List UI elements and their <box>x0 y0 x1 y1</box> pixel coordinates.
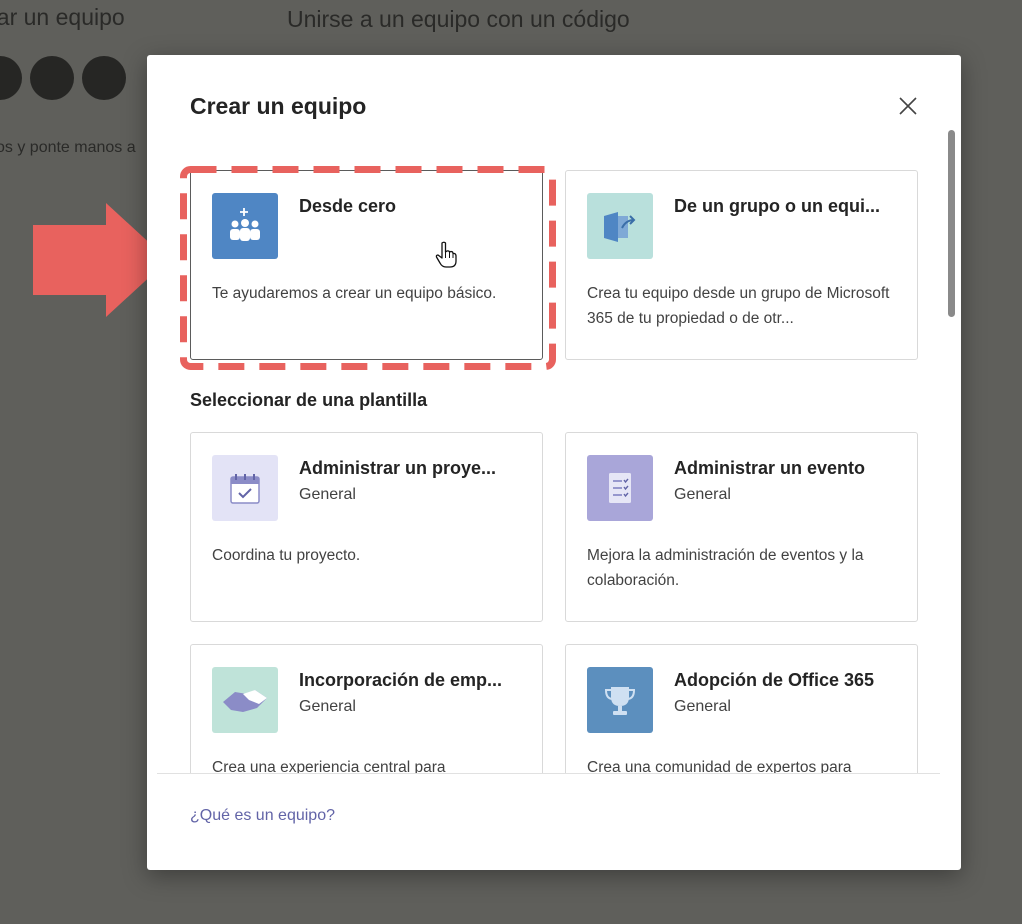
template-card-office-adoption[interactable]: Adopción de Office 365 General Crea una … <box>565 644 918 773</box>
checklist-icon <box>587 455 653 521</box>
create-team-dialog: Crear un equipo Desde cero Te ayudaremos… <box>147 55 961 870</box>
footer-divider <box>157 773 940 774</box>
template-category: General <box>299 486 356 503</box>
close-icon <box>899 97 917 115</box>
bg-create-team-title: ear un equipo <box>0 4 125 30</box>
trophy-icon <box>587 667 653 733</box>
template-description: Mejora la administración de eventos y la… <box>587 547 864 589</box>
template-category: General <box>674 486 731 503</box>
bg-avatar-group <box>0 56 126 100</box>
avatar <box>0 56 22 100</box>
template-title: Administrar un evento <box>674 458 866 478</box>
template-card-project[interactable]: Administrar un proye... General Coordina… <box>190 432 543 622</box>
scrollbar-thumb[interactable] <box>948 130 955 317</box>
template-title: Administrar un proye... <box>299 458 497 478</box>
group-share-icon <box>587 193 653 259</box>
template-section-heading: Seleccionar de una plantilla <box>190 390 428 410</box>
template-description: Crea una comunidad de expertos para <box>587 759 852 773</box>
dialog-scroll-region[interactable]: Crear un equipo Desde cero Te ayudaremos… <box>147 55 961 773</box>
template-category: General <box>674 698 731 715</box>
template-card-onboarding[interactable]: Incorporación de emp... General Crea una… <box>190 644 543 773</box>
template-description: Coordina tu proyecto. <box>212 547 361 564</box>
template-card-event[interactable]: Administrar un evento General Mejora la … <box>565 432 918 622</box>
hand-cursor-icon <box>435 241 457 268</box>
close-button[interactable] <box>895 93 921 119</box>
option-title: De un grupo o un equi... <box>674 196 880 216</box>
annotation-highlight-box <box>180 166 556 370</box>
template-title: Adopción de Office 365 <box>674 670 875 690</box>
handshake-icon <box>212 667 278 733</box>
calendar-check-icon <box>212 455 278 521</box>
dialog-title: Crear un equipo <box>190 93 367 119</box>
bg-join-team-title: Unirse a un equipo con un código <box>287 6 630 32</box>
template-title: Incorporación de emp... <box>299 670 503 690</box>
option-description: Crea tu equipo desde un grupo de Microso… <box>587 285 890 327</box>
bg-description: os y ponte manos a <box>0 139 136 156</box>
template-description: Crea una experiencia central para <box>212 759 446 773</box>
avatar <box>30 56 74 100</box>
avatar <box>82 56 126 100</box>
template-category: General <box>299 698 356 715</box>
what-is-a-team-link[interactable]: ¿Qué es un equipo? <box>190 807 335 825</box>
option-card-from-group[interactable]: De un grupo o un equi... Crea tu equipo … <box>565 170 918 360</box>
